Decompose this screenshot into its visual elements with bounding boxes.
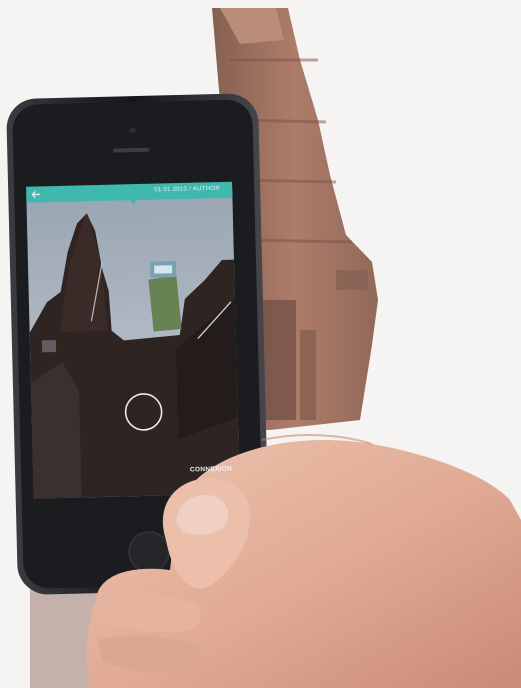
home-button <box>128 531 170 573</box>
connexion-button[interactable]: CONNEXION <box>190 465 232 473</box>
photo-scene <box>0 0 521 688</box>
